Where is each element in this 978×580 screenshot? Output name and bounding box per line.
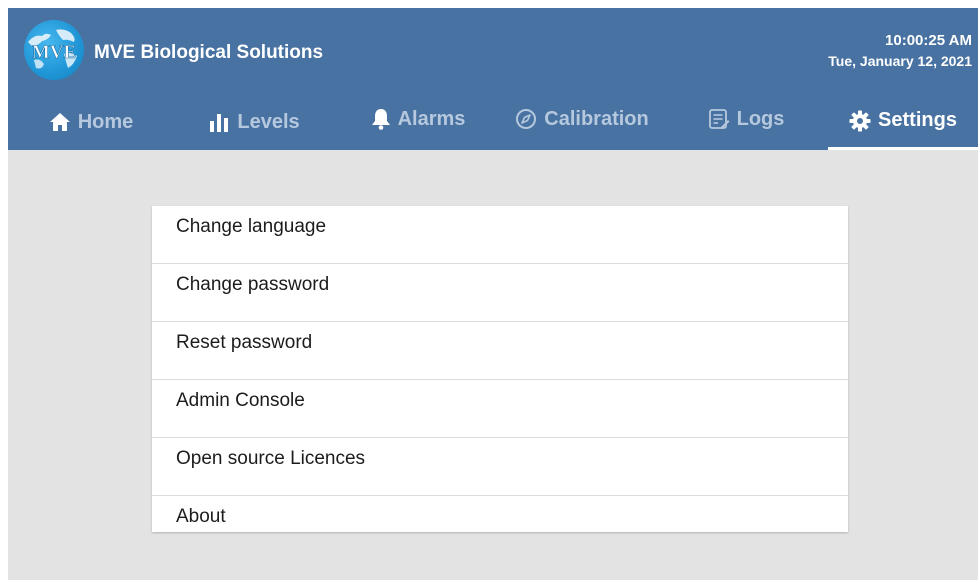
menu-item-label: Change language [176,216,327,237]
menu-item-label: Open source Licences [176,448,366,469]
menu-item-label: Change password [176,274,330,295]
bell-icon [371,109,390,130]
app-window: MVE MVE Biological Solutions 10:00:25 AM… [8,8,978,580]
bar-chart-icon [210,114,229,132]
tab-settings[interactable]: Settings [828,91,978,150]
menu-item-about[interactable]: About [152,496,848,532]
menu-item-label: About [176,506,226,527]
clock: 10:00:25 AM Tue, January 12, 2021 [828,31,972,71]
tab-calibration[interactable]: Calibration [504,91,660,147]
log-icon [708,109,730,129]
menu-item-admin-console[interactable]: Admin Console [152,380,848,438]
tab-alarms[interactable]: Alarms [348,91,488,147]
tab-logs-label: Logs [736,107,785,130]
tab-levels[interactable]: Levels [184,94,324,150]
tab-alarms-label: Alarms [397,107,466,130]
home-icon [49,113,70,131]
menu-item-reset-password[interactable]: Reset password [152,322,848,380]
globe-icon: MVE [28,29,77,69]
gear-icon [849,110,871,131]
tab-home[interactable]: Home [22,94,160,150]
header-bar: MVE MVE Biological Solutions 10:00:25 AM… [8,8,978,150]
nav-tabs: Home Levels Alarms Calibration Logs Sett… [8,94,978,150]
menu-item-change-password[interactable]: Change password [152,264,848,322]
brand-name: MVE Biological Solutions [94,42,324,63]
menu-item-open-source-licences[interactable]: Open source Licences [152,438,848,496]
settings-menu: Change language Change password Reset pa… [152,206,848,532]
mve-logo: MVE [24,20,84,80]
tab-levels-label: Levels [237,110,300,133]
tab-settings-label: Settings [878,109,957,131]
tab-home-label: Home [77,110,134,133]
tab-calibration-label: Calibration [544,107,649,130]
logo-text: MVE [32,42,76,63]
brand-row: MVE MVE Biological Solutions 10:00:25 AM… [8,8,978,94]
menu-item-label: Admin Console [176,390,305,411]
current-date: Tue, January 12, 2021 [828,53,972,69]
menu-item-label: Reset password [176,332,313,353]
compass-icon [516,109,537,129]
menu-item-change-language[interactable]: Change language [152,206,848,264]
tab-logs[interactable]: Logs [684,91,808,147]
current-time: 10:00:25 AM [885,32,972,49]
